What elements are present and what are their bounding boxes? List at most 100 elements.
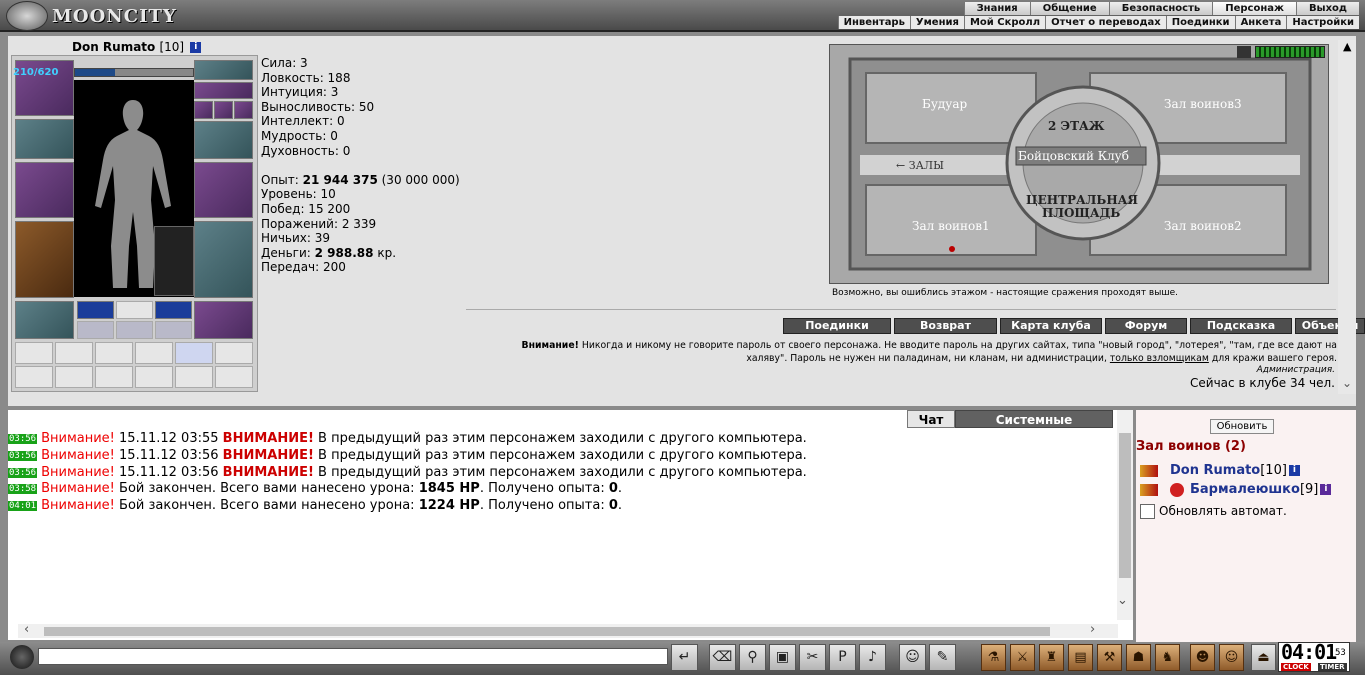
submenu-transfer-report[interactable]: Отчет о переводах	[1045, 16, 1166, 29]
map-label-club[interactable]: Бойцовский Клуб	[1018, 149, 1129, 163]
belt-slot-icon[interactable]	[15, 301, 74, 339]
earrings-slot-icon[interactable]	[194, 60, 253, 80]
scroll-slot-7-icon[interactable]	[15, 366, 53, 388]
armor-slot-icon[interactable]	[15, 221, 74, 298]
chat-input[interactable]	[38, 648, 668, 665]
scroll-slot-6-icon[interactable]	[215, 342, 253, 364]
send-icon[interactable]: ↵	[671, 644, 698, 671]
scroll-slot-5-icon[interactable]	[175, 342, 213, 364]
shield-slot-icon[interactable]	[194, 162, 253, 218]
submenu-profile[interactable]: Анкета	[1234, 16, 1287, 29]
menu-communication[interactable]: Общение	[1029, 2, 1109, 15]
gem-1-slot-icon[interactable]	[77, 301, 114, 319]
info-icon[interactable]: i	[190, 42, 202, 53]
potion-icon[interactable]: ⚗	[981, 644, 1006, 671]
gem-2-slot-icon[interactable]	[155, 301, 192, 319]
map-label-halls[interactable]: ← ЗАЛЫ	[896, 159, 944, 172]
chat-scroll-down-icon[interactable]: ⌄	[1117, 593, 1128, 608]
scroll-slot-9-icon[interactable]	[95, 366, 133, 388]
submenu-settings[interactable]: Настройки	[1286, 16, 1359, 29]
hint-button[interactable]: Подсказка	[1190, 318, 1292, 334]
translit-icon[interactable]: ✎	[929, 644, 956, 671]
ring-1-slot-icon[interactable]	[194, 101, 213, 119]
player-info-icon[interactable]: i	[1320, 484, 1332, 495]
weapon-slot-icon[interactable]	[15, 162, 74, 218]
player-name[interactable]: Don Rumato	[1170, 463, 1260, 478]
pet-cat-icon[interactable]	[154, 226, 194, 296]
return-button[interactable]: Возврат	[894, 318, 997, 334]
exit-icon[interactable]: ⏏	[1251, 644, 1276, 671]
group-icon[interactable]: ☻	[1190, 644, 1215, 671]
map-progress-bar	[1255, 46, 1325, 58]
eraser-icon[interactable]: ⌫	[709, 644, 736, 671]
scroll-slot-11-icon[interactable]	[175, 366, 213, 388]
mask-icon[interactable]: ☗	[1126, 644, 1151, 671]
bag-icon[interactable]: ♜	[1039, 644, 1064, 671]
timer-label[interactable]: TIMER	[1318, 663, 1347, 671]
map-label-boudoir[interactable]: Будуар	[922, 97, 967, 111]
submenu-duels[interactable]: Поединки	[1165, 16, 1235, 29]
rune-1-slot-icon[interactable]	[77, 321, 114, 339]
tab-system-messages[interactable]: Системные сообщения	[955, 410, 1113, 445]
staff-icon[interactable]: ⚒	[1097, 644, 1122, 671]
necklace-slot-icon[interactable]	[194, 82, 253, 99]
warning-link[interactable]: только взломщикам	[1110, 353, 1209, 364]
scroll-slot-1-icon[interactable]	[15, 342, 53, 364]
chat-scroll-left-icon[interactable]: ‹	[24, 622, 29, 637]
duels-button[interactable]: Поединки	[783, 318, 891, 334]
pants-slot-icon[interactable]	[194, 221, 253, 298]
ring-2-slot-icon[interactable]	[214, 101, 233, 119]
fight-icon[interactable]	[1140, 483, 1158, 496]
scroll-slot-8-icon[interactable]	[55, 366, 93, 388]
menu-security[interactable]: Безопасность	[1108, 2, 1213, 15]
chat-vertical-scroll-thumb[interactable]	[1119, 433, 1131, 578]
menu-exit[interactable]: Выход	[1295, 2, 1359, 15]
upper-scrollbar[interactable]: ▲ ⌄	[1338, 40, 1356, 394]
chat-head-icon[interactable]	[10, 645, 34, 669]
submenu-my-scroll[interactable]: Мой Скролл	[963, 16, 1046, 29]
fight-icon[interactable]	[1140, 464, 1158, 477]
chat-horizontal-scroll-thumb[interactable]	[44, 627, 1050, 636]
scroll-slot-2-icon[interactable]	[55, 342, 93, 364]
map-label-hall3[interactable]: Зал воинов3	[1164, 97, 1242, 111]
scroll-slot-10-icon[interactable]	[135, 366, 173, 388]
sound-icon[interactable]: ♪	[859, 644, 886, 671]
bracers-slot-icon[interactable]	[15, 119, 74, 159]
clock-label[interactable]: CLOCK	[1281, 663, 1311, 671]
boots-slot-icon[interactable]	[194, 301, 253, 339]
scroll-slot-12-icon[interactable]	[215, 366, 253, 388]
scroll-slot-3-icon[interactable]	[95, 342, 133, 364]
scroll-down-icon[interactable]: ⌄	[1342, 376, 1352, 390]
map-label-hall2[interactable]: Зал воинов2	[1164, 219, 1242, 233]
rune-2-slot-icon[interactable]	[116, 321, 153, 339]
save-icon[interactable]: ▣	[769, 644, 796, 671]
filter-icon[interactable]: ⚲	[739, 644, 766, 671]
people-icon[interactable]: ☺	[1219, 644, 1244, 671]
scissors-icon[interactable]: ✂	[799, 644, 826, 671]
auto-refresh-checkbox[interactable]	[1140, 504, 1155, 519]
menu-character[interactable]: Персонаж	[1212, 2, 1296, 15]
chat-scroll-right-icon[interactable]: ›	[1090, 622, 1095, 637]
rune-3-slot-icon[interactable]	[155, 321, 192, 339]
menu-knowledge[interactable]: Знания	[963, 2, 1030, 15]
empty-slot-1-icon[interactable]	[116, 301, 153, 319]
attack-icon[interactable]: ⚔	[1010, 644, 1035, 671]
submenu-skills[interactable]: Умения	[909, 16, 964, 29]
chest-icon[interactable]: ▤	[1068, 644, 1093, 671]
stat-strength: Сила: 3	[261, 56, 308, 70]
scroll-up-icon[interactable]: ▲	[1343, 40, 1351, 53]
smiley-icon[interactable]: ☺	[899, 644, 926, 671]
tab-chat[interactable]: Чат	[907, 410, 955, 428]
refresh-button[interactable]: Обновить	[1210, 419, 1274, 434]
forum-button[interactable]: Форум	[1105, 318, 1187, 334]
knight-icon[interactable]: ♞	[1155, 644, 1180, 671]
player-name[interactable]: Бармалеюшко	[1190, 482, 1300, 497]
submenu-inventory[interactable]: Инвентарь	[837, 16, 910, 29]
private-message-icon[interactable]: P	[829, 644, 856, 671]
ring-3-slot-icon[interactable]	[234, 101, 253, 119]
map-label-hall1[interactable]: Зал воинов1	[912, 219, 990, 233]
gloves-slot-icon[interactable]	[194, 121, 253, 159]
scroll-slot-4-icon[interactable]	[135, 342, 173, 364]
player-info-icon[interactable]: i	[1288, 465, 1300, 476]
club-map-button[interactable]: Карта клуба	[1000, 318, 1102, 334]
